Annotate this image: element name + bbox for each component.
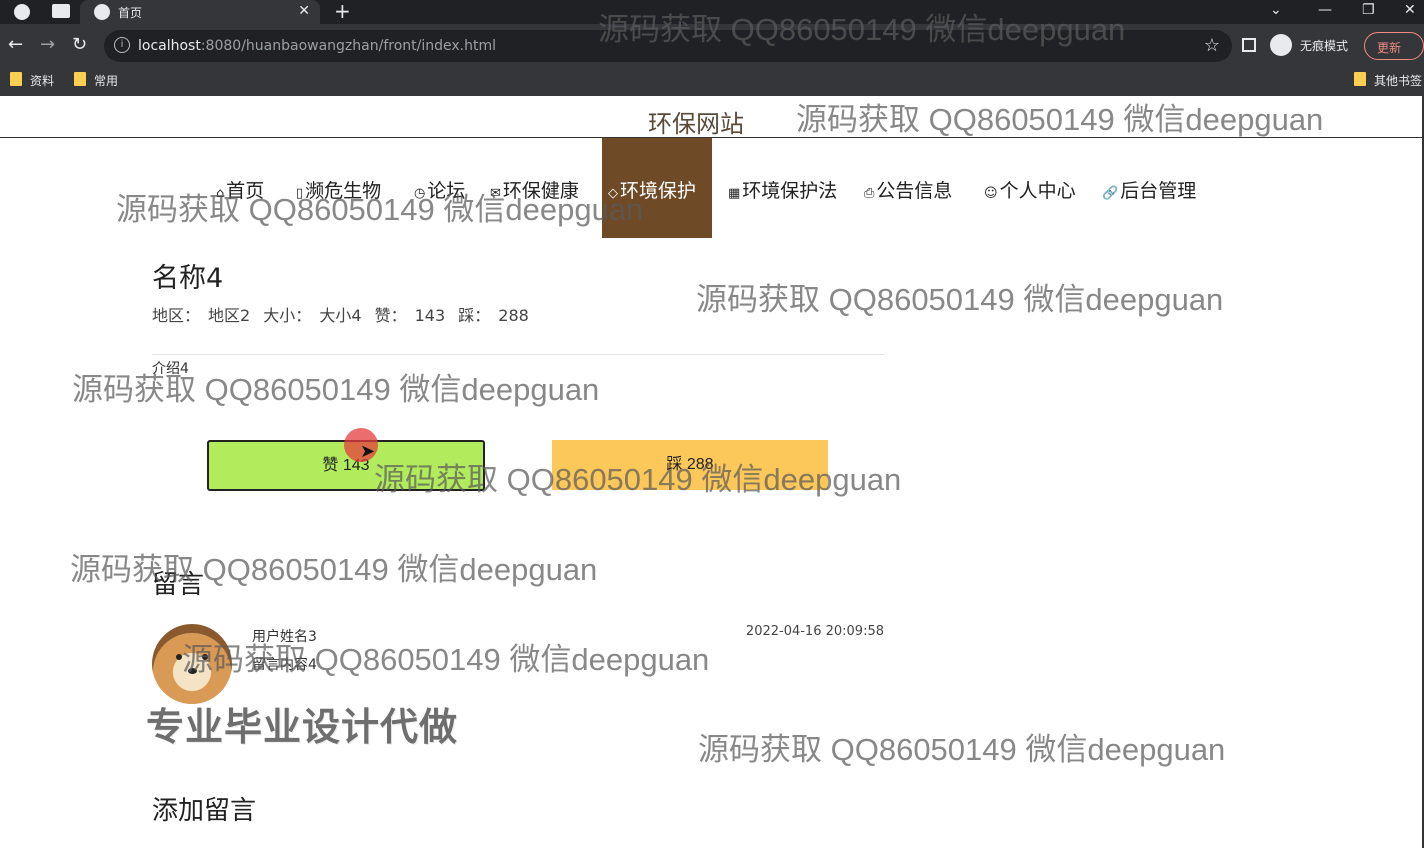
comment-item: 用户姓名3 留言内容4 2022-04-16 20:09:58 bbox=[152, 624, 884, 704]
minimize-icon[interactable]: — bbox=[1318, 2, 1332, 18]
browser-toolbar: ← → ↻ i localhost:8080/huanbaowangzhan/f… bbox=[0, 24, 1424, 68]
avatar-eye bbox=[176, 654, 182, 660]
region-label: 地区： bbox=[152, 306, 201, 325]
user-icon: ☺ bbox=[984, 186, 998, 201]
forward-icon[interactable]: → bbox=[40, 34, 55, 55]
nav-item-notice[interactable]: ⎙ 公告信息 bbox=[864, 138, 952, 238]
nav-item-endangered[interactable]: ▯ 濒危生物 bbox=[296, 138, 381, 238]
main-nav: ⌂ 首页 ▯ 濒危生物 ◷ 论坛 ✉ 环保健康 ◇ 环境保护 ▦ 环境保护法 ⎙ 公告信息 ☺… bbox=[0, 138, 1422, 238]
comment-time: 2022-04-16 20:09:58 bbox=[745, 624, 884, 639]
detail-meta: 地区： 地区2 大小： 大小4 赞： 143 踩： 288 bbox=[152, 302, 537, 326]
other-bookmarks[interactable]: 其他书签 bbox=[1354, 72, 1422, 89]
address-bar[interactable]: i localhost:8080/huanbaowangzhan/front/i… bbox=[104, 30, 1232, 62]
reload-icon[interactable]: ↻ bbox=[72, 34, 87, 55]
promo-stamp: 专业毕业设计代做 bbox=[146, 705, 459, 749]
dislike-value: 288 bbox=[498, 306, 529, 325]
clock-icon: ◷ bbox=[414, 186, 426, 201]
globe-icon[interactable] bbox=[14, 4, 30, 20]
detail-intro: 介绍4 bbox=[152, 361, 189, 377]
detail-title: 名称4 bbox=[152, 263, 224, 294]
like-value: 143 bbox=[414, 306, 446, 325]
tab-search-icon[interactable]: ⌄ bbox=[1270, 2, 1282, 18]
avatar-nose bbox=[188, 668, 197, 674]
size-value: 大小4 bbox=[319, 306, 362, 325]
nav-item-law[interactable]: ▦ 环境保护法 bbox=[728, 138, 837, 238]
tag-icon: ◇ bbox=[608, 186, 618, 201]
site-info-icon[interactable]: i bbox=[114, 37, 130, 53]
update-button[interactable]: 更新 bbox=[1364, 32, 1424, 60]
link-icon: 🔗 bbox=[1102, 186, 1119, 201]
nav-item-home[interactable]: ⌂ 首页 bbox=[216, 138, 264, 238]
region-value: 地区2 bbox=[208, 306, 251, 325]
nav-item-profile[interactable]: ☺ 个人中心 bbox=[984, 138, 1076, 238]
nav-item-health[interactable]: ✉ 环保健康 bbox=[490, 138, 579, 238]
browser-tab[interactable]: 首页 ✕ bbox=[80, 0, 320, 24]
mouse-pointer-icon: ➤ bbox=[360, 441, 376, 462]
nav-item-forum[interactable]: ◷ 论坛 bbox=[414, 138, 465, 238]
bookmarks-bar: 资料 常用 其他书签 bbox=[0, 68, 1424, 96]
add-comment-heading: 添加留言 bbox=[152, 796, 257, 826]
incognito-label: 无痕模式 bbox=[1300, 39, 1349, 53]
mail-icon: ✉ bbox=[490, 186, 501, 201]
size-label: 大小： bbox=[263, 306, 312, 325]
back-icon[interactable]: ← bbox=[8, 34, 23, 55]
new-tab-icon[interactable]: + bbox=[334, 0, 351, 22]
bookmark-folder-changyong[interactable]: 常用 bbox=[74, 72, 118, 89]
window-close-icon[interactable]: ✕ bbox=[1404, 2, 1416, 18]
like-label: 赞： bbox=[374, 306, 407, 325]
dislike-label: 踩： bbox=[458, 306, 491, 325]
browser-tab-strip: 首页 ✕ + ⌄ — ❐ ✕ bbox=[0, 0, 1424, 24]
url-text[interactable]: localhost:8080/huanbaowangzhan/front/ind… bbox=[138, 38, 496, 54]
side-panel-icon[interactable] bbox=[1242, 38, 1256, 52]
bookmark-star-icon[interactable]: ☆ bbox=[1204, 35, 1220, 56]
maximize-icon[interactable]: ❐ bbox=[1362, 2, 1375, 18]
tab-close-icon[interactable]: ✕ bbox=[298, 3, 310, 19]
book-icon: ▯ bbox=[296, 186, 304, 201]
nav-item-protection[interactable]: ◇ 环境保护 bbox=[602, 138, 712, 238]
site-title: 环保网站 bbox=[648, 110, 744, 138]
tab-group-icon[interactable] bbox=[52, 4, 70, 18]
tab-title: 首页 bbox=[118, 6, 143, 20]
comment-content: 留言内容4 bbox=[252, 657, 317, 673]
dislike-button[interactable]: 踩 288 bbox=[552, 440, 828, 490]
avatar bbox=[152, 624, 232, 704]
print-icon: ⎙ bbox=[864, 186, 875, 201]
detail-divider bbox=[152, 354, 884, 355]
comment-user: 用户姓名3 bbox=[252, 629, 317, 645]
avatar-eye bbox=[202, 654, 208, 660]
nav-item-admin[interactable]: 🔗 后台管理 bbox=[1102, 138, 1196, 238]
grid-icon: ▦ bbox=[728, 186, 741, 201]
favicon-icon bbox=[94, 4, 110, 20]
home-icon: ⌂ bbox=[216, 186, 225, 201]
comments-heading: 留言 bbox=[152, 570, 205, 600]
bookmark-folder-ziliao[interactable]: 资料 bbox=[10, 72, 54, 89]
incognito-icon[interactable] bbox=[1270, 34, 1292, 56]
page-content: 环保网站 ⌂ 首页 ▯ 濒危生物 ◷ 论坛 ✉ 环保健康 ◇ 环境保护 ▦ 环境保护法 ⎙ 公… bbox=[0, 96, 1424, 848]
